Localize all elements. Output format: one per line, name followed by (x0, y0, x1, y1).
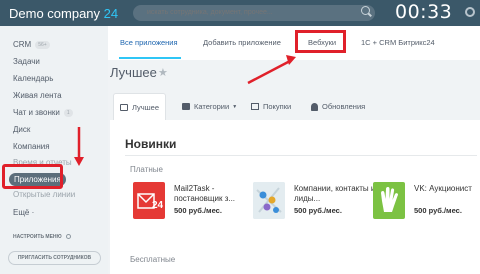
setup-menu-link[interactable]: НАСТРОИТЬ МЕНЮ (13, 234, 71, 240)
sidebar-item-label: Чат и звонки (13, 108, 60, 117)
filter-tab-purchases[interactable]: Покупки (251, 93, 291, 120)
search-input[interactable] (133, 5, 375, 21)
app-title: Компании, контакты и лиды... (294, 184, 376, 203)
webhooks-highlight-box (295, 30, 346, 53)
divider (125, 155, 477, 156)
chat-badge: 1 (63, 108, 73, 117)
logo-accent: 24 (103, 5, 119, 21)
chevron-down-icon: ▼ (232, 103, 238, 110)
sidebar-item-calendar[interactable]: Календарь (13, 74, 53, 83)
settings-gear-icon[interactable] (465, 7, 475, 17)
filter-tab-categories[interactable]: Категории ▼ (182, 93, 237, 120)
tab-all-apps[interactable]: Все приложения (120, 38, 178, 47)
bell-icon (311, 102, 318, 111)
filter-tab-label: Категории (194, 102, 230, 111)
tab-1c-crm[interactable]: 1С + CRM Битрикс24 (361, 38, 435, 47)
sidebar-item-chat[interactable]: Чат и звонки 1 (13, 108, 73, 117)
app-title: Mail2Task - постановщик з... (174, 184, 236, 203)
active-tab-underline (119, 57, 181, 59)
company-logo[interactable]: Demo company 24 (0, 6, 118, 21)
sidebar-item-company[interactable]: Компания (13, 142, 50, 151)
tab-add-app[interactable]: Добавить приложение (203, 38, 281, 47)
sidebar-item-more[interactable]: Ещё · (13, 208, 34, 217)
sidebar-item-label: CRM (13, 40, 32, 49)
paid-label: Платные (130, 165, 163, 174)
invite-employees-button[interactable]: ПРИГЛАСИТЬ СОТРУДНИКОВ (8, 251, 101, 265)
mail2task-app-icon: 24 (133, 182, 165, 219)
folder-icon (182, 103, 190, 110)
sidebar-item-feed[interactable]: Живая лента (13, 91, 62, 100)
app-price: 500 руб./мес. (414, 206, 462, 215)
sidebar: CRM 56+ Задачи Календарь Живая лента Чат … (0, 26, 108, 274)
shop-icon (120, 103, 128, 111)
app-title: VK: Аукционист (414, 184, 472, 193)
app-price: 500 руб./мес. (174, 206, 222, 215)
section-title: Новинки (125, 137, 177, 151)
filter-tab-label: Лучшее (132, 102, 160, 112)
annotation-arrow-diagonal (247, 59, 291, 85)
filter-tab-best[interactable]: Лучшее (113, 93, 167, 120)
apps-tabs-bar: Все приложения Добавить приложение Вебху… (108, 26, 480, 60)
apps-highlight-box (2, 164, 63, 189)
hand-app-icon (373, 182, 405, 219)
sidebar-item-tasks[interactable]: Задачи (13, 57, 40, 66)
mail2task-icon-text: 24 (152, 200, 164, 211)
setup-menu-label: НАСТРОИТЬ МЕНЮ (13, 234, 62, 240)
document-icon (251, 103, 259, 110)
clock[interactable]: 00:33 (395, 1, 452, 23)
apps-content-card: Новинки Платные 24 Mail2Task - постановщ… (110, 120, 480, 274)
filter-tabs: Лучшее Категории ▼ Покупки Обновления (110, 93, 480, 120)
top-header: Demo company 24 00:33 (0, 0, 480, 26)
sidebar-item-disk[interactable]: Диск (13, 125, 30, 134)
map-pins-app-icon (253, 182, 285, 219)
sidebar-item-open-lines[interactable]: Открытые линии (13, 190, 75, 199)
filter-tab-label: Покупки (263, 102, 292, 111)
sidebar-item-crm[interactable]: CRM 56+ (13, 40, 50, 49)
app-price: 500 руб./мес. (294, 206, 342, 215)
search-icon[interactable] (361, 6, 370, 15)
favorite-star-icon[interactable]: ★ (158, 66, 168, 79)
filter-tab-updates[interactable]: Обновления (311, 93, 365, 120)
gear-icon (65, 234, 71, 240)
crm-badge: 56+ (35, 40, 50, 49)
logo-main: Demo company (9, 5, 101, 21)
free-label: Бесплатные (130, 255, 176, 264)
page-title: Лучшее (110, 65, 157, 80)
filter-tab-label: Обновления (322, 102, 366, 111)
